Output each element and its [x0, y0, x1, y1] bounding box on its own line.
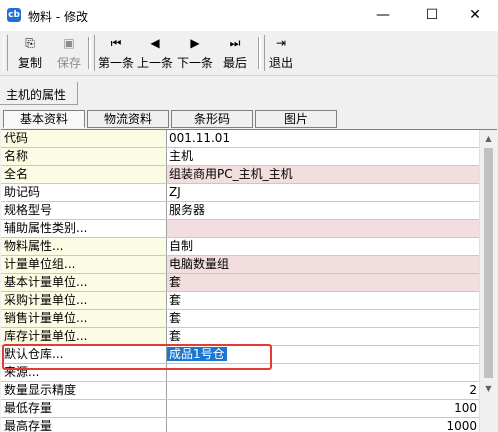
- property-grid-rows: 代码 001.11.01 名称 主机 全名 组装商用PC_主机_主机 助记码 ZJ 规格型号 服务…: [1, 130, 480, 432]
- property-value-field[interactable]: 100: [167, 400, 480, 417]
- property-value: 1000: [446, 419, 477, 432]
- tab-logistics[interactable]: 物流资料: [87, 110, 169, 128]
- property-value-field[interactable]: 套: [167, 310, 480, 327]
- property-row[interactable]: 数量显示精度 2: [1, 382, 480, 400]
- copy-button[interactable]: ⎘ 复制: [12, 34, 48, 72]
- property-name: 最低存量: [1, 400, 167, 417]
- property-row[interactable]: 销售计量单位... 套: [1, 310, 480, 328]
- property-name: 物料属性...: [1, 238, 167, 255]
- property-name: 代码: [1, 130, 167, 147]
- property-name: 基本计量单位...: [1, 274, 167, 291]
- property-value-field[interactable]: 套: [167, 274, 480, 291]
- previous-record-button[interactable]: ◀ 上一条: [136, 34, 174, 72]
- property-value: 套: [169, 293, 182, 307]
- window-title: 物料 - 修改: [28, 10, 88, 24]
- last-record-icon: ⏭: [229, 36, 241, 50]
- property-value: 套: [169, 329, 182, 343]
- property-name: 采购计量单位...: [1, 292, 167, 309]
- property-value-field[interactable]: 001.11.01: [167, 130, 480, 147]
- property-name: 计量单位组...: [1, 256, 167, 273]
- tab-barcode[interactable]: 条形码: [171, 110, 253, 128]
- property-value-field[interactable]: 主机: [167, 148, 480, 165]
- property-name: 最高存量: [1, 418, 167, 432]
- property-value-field[interactable]: 1000: [167, 418, 480, 432]
- property-row[interactable]: 采购计量单位... 套: [1, 292, 480, 310]
- next-record-icon: ▶: [190, 36, 200, 50]
- property-value: [167, 221, 169, 235]
- tab-strip: 基本资料 物流资料 条形码 图片: [3, 110, 498, 128]
- property-row[interactable]: 计量单位组... 电脑数量组: [1, 256, 480, 274]
- exit-button[interactable]: ⇥ 退出: [266, 34, 296, 72]
- property-value: 电脑数量组: [169, 257, 230, 271]
- last-record-button[interactable]: ⏭ 最后: [220, 34, 250, 72]
- property-value-field[interactable]: [167, 220, 480, 237]
- property-grid: 代码 001.11.01 名称 主机 全名 组装商用PC_主机_主机 助记码 ZJ 规格型号 服务…: [1, 129, 497, 432]
- scrollbar-thumb[interactable]: [484, 148, 493, 378]
- property-value: 自制: [169, 239, 194, 253]
- section-title: 主机的属性: [6, 88, 67, 102]
- title-bar: cb 物料 - 修改 — ☐ ✕: [0, 0, 498, 31]
- property-value-field[interactable]: 服务器: [167, 202, 480, 219]
- property-name: 全名: [1, 166, 167, 183]
- property-row[interactable]: 全名 组装商用PC_主机_主机: [1, 166, 480, 184]
- property-value-field[interactable]: 套: [167, 292, 480, 309]
- property-value: 套: [169, 275, 182, 289]
- property-row[interactable]: 最低存量 100: [1, 400, 480, 418]
- property-row[interactable]: 最高存量 1000: [1, 418, 480, 432]
- tab-picture[interactable]: 图片: [255, 110, 337, 128]
- property-value: 001.11.01: [169, 131, 231, 145]
- annotation-highlight-box: [2, 344, 272, 370]
- exit-icon: ⇥: [275, 36, 287, 50]
- property-name: 销售计量单位...: [1, 310, 167, 327]
- save-icon: ▣: [63, 36, 75, 50]
- property-name: 助记码: [1, 184, 167, 201]
- close-button[interactable]: ✕: [452, 0, 498, 31]
- property-name: 辅助属性类别...: [1, 220, 167, 237]
- property-name: 库存计量单位...: [1, 328, 167, 345]
- toolbar-grip[interactable]: [90, 35, 95, 71]
- property-row[interactable]: 名称 主机: [1, 148, 480, 166]
- toolbar: ⎘ 复制 ▣ 保存 ⏮ 第一条 ◀ 上一条 ▶ 下一条 ⏭ 最后 ⇥ 退出: [0, 31, 498, 76]
- scroll-up-icon[interactable]: ▲: [480, 130, 497, 147]
- property-row[interactable]: 规格型号 服务器: [1, 202, 480, 220]
- property-value: ZJ: [169, 185, 181, 199]
- property-row[interactable]: 物料属性... 自制: [1, 238, 480, 256]
- save-button[interactable]: ▣ 保存: [52, 34, 86, 72]
- property-value-field[interactable]: ZJ: [167, 184, 480, 201]
- property-value: 主机: [169, 149, 194, 163]
- property-value-field[interactable]: 自制: [167, 238, 480, 255]
- property-row[interactable]: 基本计量单位... 套: [1, 274, 480, 292]
- property-value-field[interactable]: 电脑数量组: [167, 256, 480, 273]
- first-record-button[interactable]: ⏮ 第一条: [96, 34, 136, 72]
- next-record-button[interactable]: ▶ 下一条: [176, 34, 214, 72]
- property-value: 套: [169, 311, 182, 325]
- property-row[interactable]: 辅助属性类别...: [1, 220, 480, 238]
- property-name: 规格型号: [1, 202, 167, 219]
- copy-icon: ⎘: [25, 36, 35, 50]
- toolbar-grip[interactable]: [3, 35, 8, 71]
- property-name: 名称: [1, 148, 167, 165]
- maximize-button[interactable]: ☐: [409, 0, 455, 31]
- scroll-down-icon[interactable]: ▼: [480, 380, 497, 397]
- property-value-field[interactable]: 2: [167, 382, 480, 399]
- app-logo-icon: cb: [7, 8, 21, 22]
- property-value: 服务器: [169, 203, 206, 217]
- minimize-button[interactable]: —: [360, 0, 406, 31]
- first-record-icon: ⏮: [110, 36, 122, 50]
- property-value: 100: [454, 401, 477, 415]
- vertical-scrollbar[interactable]: ▲ ▼: [479, 130, 497, 432]
- property-value: 2: [469, 383, 477, 397]
- property-row[interactable]: 代码 001.11.01: [1, 130, 480, 148]
- property-value-field[interactable]: 套: [167, 328, 480, 345]
- previous-record-icon: ◀: [150, 36, 160, 50]
- property-row[interactable]: 助记码 ZJ: [1, 184, 480, 202]
- property-name: 数量显示精度: [1, 382, 167, 399]
- toolbar-grip[interactable]: [260, 35, 265, 71]
- tab-basic-info[interactable]: 基本资料: [3, 110, 85, 128]
- property-value: 组装商用PC_主机_主机: [169, 167, 293, 181]
- property-value-field[interactable]: 组装商用PC_主机_主机: [167, 166, 480, 183]
